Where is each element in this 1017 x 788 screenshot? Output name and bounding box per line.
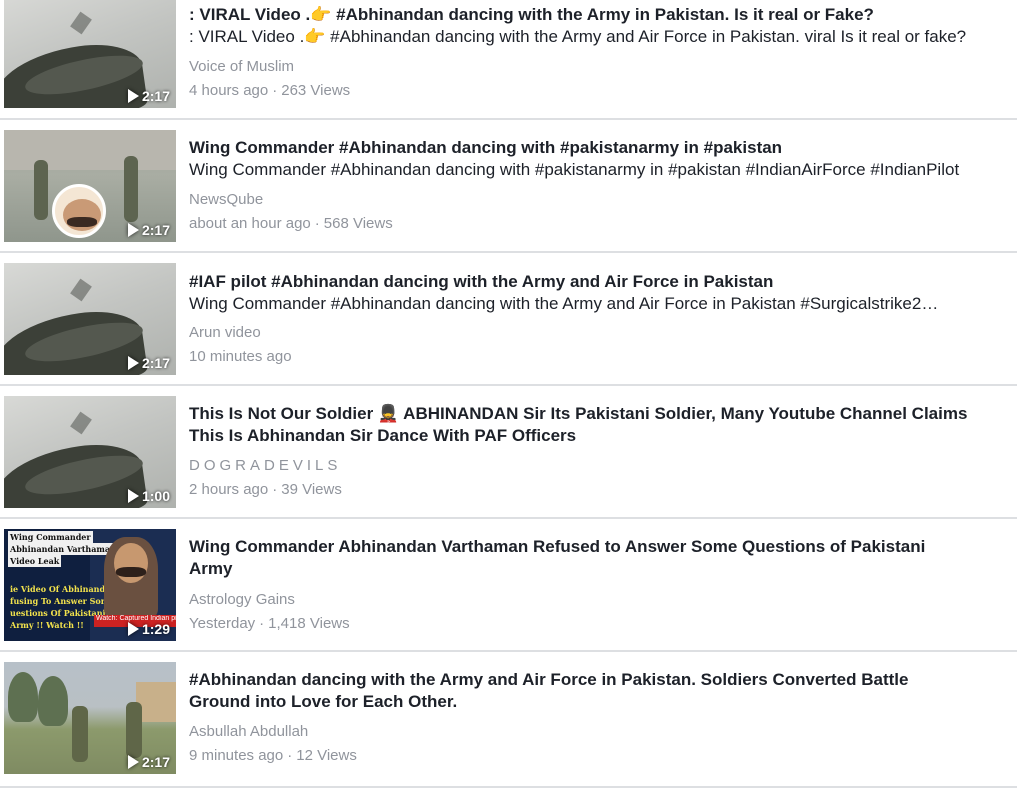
video-list: 2:17 : VIRAL Video .👉 #Abhinandan dancin… — [0, 0, 1017, 788]
view-count: 1,418 Views — [268, 615, 350, 632]
video-duration: 2:17 — [127, 88, 170, 104]
video-meta: 9 minutes ago · 12 Views — [189, 747, 357, 764]
video-description: : VIRAL Video .👉 #Abhinandan dancing wit… — [189, 27, 967, 46]
play-icon — [127, 223, 139, 237]
video-description: Wing Commander #Abhinandan dancing with … — [189, 160, 960, 179]
play-icon — [127, 755, 139, 769]
video-thumbnail[interactable]: 2:17 — [4, 130, 176, 242]
video-title[interactable]: #Abhinandan dancing with the Army and Ai… — [189, 669, 969, 713]
video-duration: 1:29 — [127, 621, 170, 637]
upload-time: about an hour ago — [189, 215, 311, 232]
video-item[interactable]: 2:17 #IAF pilot #Abhinandan dancing with… — [0, 253, 1017, 386]
play-icon — [127, 622, 139, 636]
meta-separator: · — [272, 481, 278, 498]
upload-time: 2 hours ago — [189, 481, 269, 498]
meta-separator: · — [314, 215, 320, 232]
channel-name[interactable]: NewsQube — [189, 191, 263, 208]
video-title[interactable]: #IAF pilot #Abhinandan dancing with the … — [189, 271, 1004, 293]
video-description: Wing Commander #Abhinandan dancing with … — [189, 294, 939, 313]
video-duration: 2:17 — [127, 355, 170, 371]
play-icon — [127, 489, 139, 503]
meta-separator: · — [272, 82, 278, 99]
video-thumbnail[interactable]: 2:17 — [4, 0, 176, 108]
video-item[interactable]: Wing Commander Abhinandan Varthaman Vide… — [0, 519, 1017, 652]
video-duration: 2:17 — [127, 222, 170, 238]
upload-time: 9 minutes ago — [189, 747, 284, 764]
video-duration: 1:00 — [127, 488, 170, 504]
upload-time: 10 minutes ago — [189, 348, 292, 365]
video-thumbnail[interactable]: 2:17 — [4, 263, 176, 375]
channel-name[interactable]: Arun video — [189, 324, 261, 341]
video-duration: 2:17 — [127, 754, 170, 770]
channel-name[interactable]: Asbullah Abdullah — [189, 723, 308, 740]
video-meta: Yesterday · 1,418 Views — [189, 615, 350, 632]
channel-name[interactable]: Astrology Gains — [189, 591, 295, 608]
upload-time: Yesterday — [189, 615, 256, 632]
video-meta: 10 minutes ago — [189, 348, 292, 365]
video-thumbnail[interactable]: 1:00 — [4, 396, 176, 508]
video-thumbnail[interactable]: Wing Commander Abhinandan Varthaman Vide… — [4, 529, 176, 641]
meta-separator: · — [287, 747, 293, 764]
upload-time: 4 hours ago — [189, 82, 269, 99]
channel-name[interactable]: Voice of Muslim — [189, 58, 294, 75]
video-meta: about an hour ago · 568 Views — [189, 215, 393, 232]
view-count: 263 Views — [281, 82, 351, 99]
video-item[interactable]: 2:17 #Abhinandan dancing with the Army a… — [0, 652, 1017, 788]
video-title[interactable]: : VIRAL Video .👉 #Abhinandan dancing wit… — [189, 4, 1004, 26]
view-count: 568 Views — [323, 215, 393, 232]
video-title[interactable]: Wing Commander #Abhinandan dancing with … — [189, 137, 1004, 159]
view-count: 39 Views — [281, 481, 342, 498]
video-thumbnail[interactable]: 2:17 — [4, 662, 176, 774]
video-meta: 2 hours ago · 39 Views — [189, 481, 342, 498]
video-title[interactable]: This Is Not Our Soldier 💂 ABHINANDAN Sir… — [189, 403, 1004, 447]
play-icon — [127, 89, 139, 103]
video-item[interactable]: 2:17 Wing Commander #Abhinandan dancing … — [0, 120, 1017, 253]
video-item[interactable]: 1:00 This Is Not Our Soldier 💂 ABHINANDA… — [0, 386, 1017, 519]
video-item[interactable]: 2:17 : VIRAL Video .👉 #Abhinandan dancin… — [0, 0, 1017, 120]
meta-separator: · — [259, 615, 265, 632]
view-count: 12 Views — [296, 747, 357, 764]
avatar — [52, 184, 106, 238]
channel-name[interactable]: DOGRADEVILS — [189, 457, 341, 474]
play-icon — [127, 356, 139, 370]
video-meta: 4 hours ago · 263 Views — [189, 82, 350, 99]
video-title[interactable]: Wing Commander Abhinandan Varthaman Refu… — [189, 536, 969, 580]
